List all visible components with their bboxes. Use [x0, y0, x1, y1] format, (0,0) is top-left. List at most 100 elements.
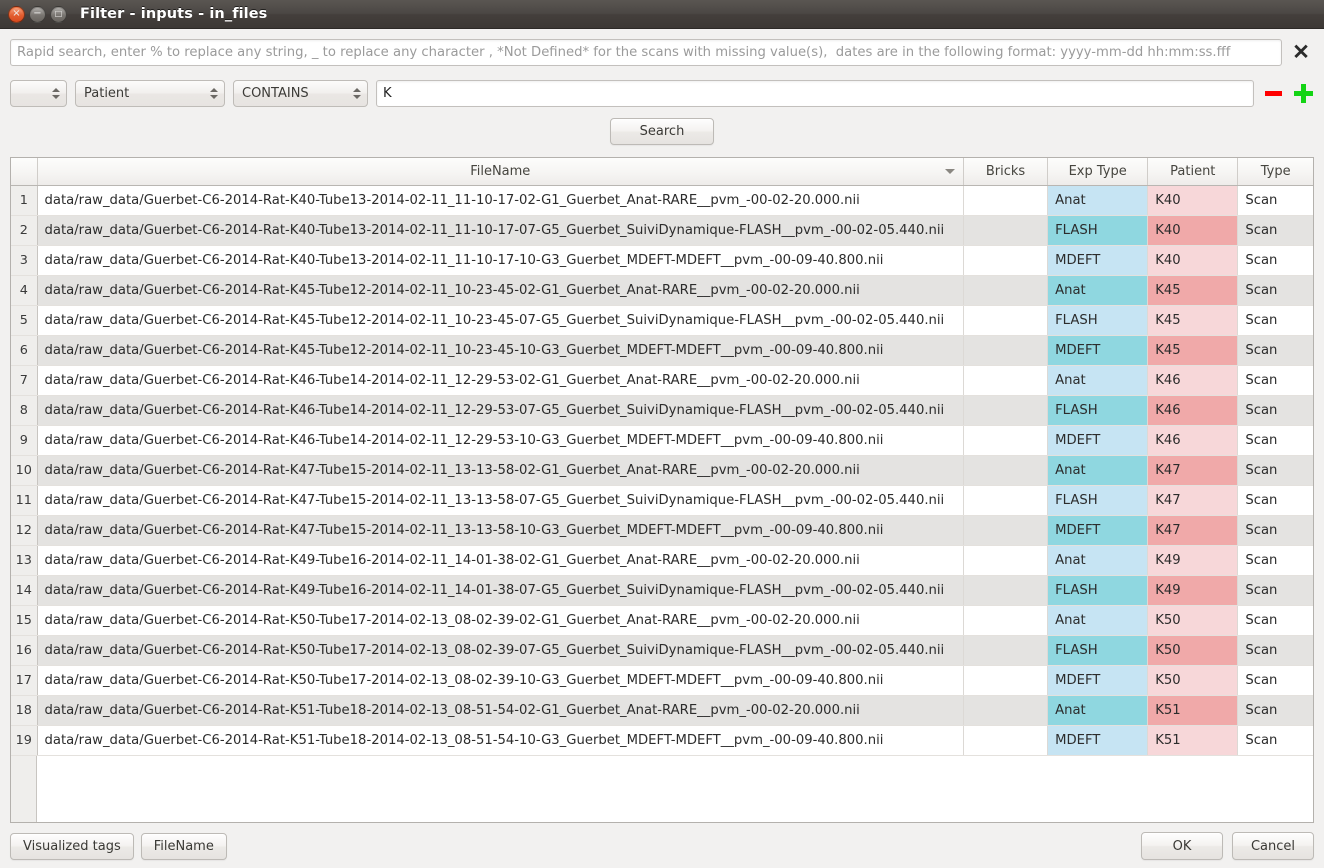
- cell-patient[interactable]: K40: [1147, 185, 1239, 216]
- cell-filename[interactable]: data/raw_data/Guerbet-C6-2014-Rat-K50-Tu…: [37, 605, 964, 636]
- table-row[interactable]: 9 data/raw_data/Guerbet-C6-2014-Rat-K46-T…: [11, 425, 1313, 456]
- column-header-bricks[interactable]: Bricks: [963, 158, 1049, 186]
- cell-filename[interactable]: data/raw_data/Guerbet-C6-2014-Rat-K46-Tu…: [37, 365, 964, 396]
- remove-filter-button[interactable]: [1262, 82, 1284, 106]
- cell-exp-type[interactable]: FLASH: [1047, 485, 1149, 516]
- cell-patient[interactable]: K46: [1147, 425, 1239, 456]
- cell-exp-type[interactable]: Anat: [1047, 605, 1149, 636]
- cell-type[interactable]: Scan: [1237, 425, 1313, 456]
- cell-patient[interactable]: K50: [1147, 635, 1239, 666]
- cell-type[interactable]: Scan: [1237, 545, 1313, 576]
- cell-type[interactable]: Scan: [1237, 185, 1313, 216]
- table-row[interactable]: 11 data/raw_data/Guerbet-C6-2014-Rat-K47-…: [11, 485, 1313, 516]
- cell-filename[interactable]: data/raw_data/Guerbet-C6-2014-Rat-K46-Tu…: [37, 425, 964, 456]
- table-row[interactable]: 6 data/raw_data/Guerbet-C6-2014-Rat-K45-T…: [11, 335, 1313, 366]
- cell-filename[interactable]: data/raw_data/Guerbet-C6-2014-Rat-K40-Tu…: [37, 245, 964, 276]
- cell-type[interactable]: Scan: [1237, 395, 1313, 426]
- cell-patient[interactable]: K46: [1147, 395, 1239, 426]
- cell-patient[interactable]: K49: [1147, 575, 1239, 606]
- cell-patient[interactable]: K45: [1147, 305, 1239, 336]
- cell-filename[interactable]: data/raw_data/Guerbet-C6-2014-Rat-K49-Tu…: [37, 575, 964, 606]
- table-row[interactable]: 5 data/raw_data/Guerbet-C6-2014-Rat-K45-T…: [11, 305, 1313, 336]
- cell-bricks[interactable]: [963, 515, 1049, 546]
- cell-filename[interactable]: data/raw_data/Guerbet-C6-2014-Rat-K45-Tu…: [37, 275, 964, 306]
- table-row[interactable]: 16 data/raw_data/Guerbet-C6-2014-Rat-K50-…: [11, 635, 1313, 666]
- cell-filename[interactable]: data/raw_data/Guerbet-C6-2014-Rat-K51-Tu…: [37, 725, 964, 756]
- ok-button[interactable]: OK: [1141, 832, 1223, 860]
- search-button[interactable]: Search: [610, 118, 714, 145]
- column-header-patient[interactable]: Patient: [1147, 158, 1239, 186]
- cell-type[interactable]: Scan: [1237, 365, 1313, 396]
- rapid-search-input[interactable]: [10, 38, 1282, 66]
- cell-bricks[interactable]: [963, 335, 1049, 366]
- cell-filename[interactable]: data/raw_data/Guerbet-C6-2014-Rat-K49-Tu…: [37, 545, 964, 576]
- cell-type[interactable]: Scan: [1237, 665, 1313, 696]
- close-window-button[interactable]: ×: [8, 5, 25, 23]
- cell-patient[interactable]: K50: [1147, 665, 1239, 696]
- cell-bricks[interactable]: [963, 275, 1049, 306]
- table-row[interactable]: 7 data/raw_data/Guerbet-C6-2014-Rat-K46-T…: [11, 365, 1313, 396]
- filter-link-operator-combo[interactable]: [10, 80, 67, 107]
- cell-bricks[interactable]: [963, 725, 1049, 756]
- cell-type[interactable]: Scan: [1237, 215, 1313, 246]
- cell-patient[interactable]: K47: [1147, 515, 1239, 546]
- cell-filename[interactable]: data/raw_data/Guerbet-C6-2014-Rat-K46-Tu…: [37, 395, 964, 426]
- cell-exp-type[interactable]: MDEFT: [1047, 425, 1149, 456]
- cell-filename[interactable]: data/raw_data/Guerbet-C6-2014-Rat-K50-Tu…: [37, 665, 964, 696]
- column-header-rownum[interactable]: [11, 158, 38, 186]
- cell-bricks[interactable]: [963, 605, 1049, 636]
- table-row[interactable]: 17 data/raw_data/Guerbet-C6-2014-Rat-K50-…: [11, 665, 1313, 696]
- add-filter-button[interactable]: [1292, 82, 1314, 106]
- cell-type[interactable]: Scan: [1237, 515, 1313, 546]
- cell-exp-type[interactable]: Anat: [1047, 455, 1149, 486]
- cell-exp-type[interactable]: FLASH: [1047, 575, 1149, 606]
- cell-patient[interactable]: K51: [1147, 725, 1239, 756]
- cell-exp-type[interactable]: Anat: [1047, 275, 1149, 306]
- visualized-tags-button[interactable]: Visualized tags: [10, 832, 134, 860]
- column-header-exp-type[interactable]: Exp Type: [1047, 158, 1149, 186]
- cell-filename[interactable]: data/raw_data/Guerbet-C6-2014-Rat-K47-Tu…: [37, 455, 964, 486]
- table-row[interactable]: 18 data/raw_data/Guerbet-C6-2014-Rat-K51-…: [11, 695, 1313, 726]
- cell-bricks[interactable]: [963, 455, 1049, 486]
- cell-patient[interactable]: K45: [1147, 275, 1239, 306]
- cell-bricks[interactable]: [963, 545, 1049, 576]
- cell-filename[interactable]: data/raw_data/Guerbet-C6-2014-Rat-K47-Tu…: [37, 485, 964, 516]
- cell-bricks[interactable]: [963, 365, 1049, 396]
- cell-type[interactable]: Scan: [1237, 335, 1313, 366]
- cell-filename[interactable]: data/raw_data/Guerbet-C6-2014-Rat-K40-Tu…: [37, 185, 964, 216]
- cancel-button[interactable]: Cancel: [1232, 832, 1314, 860]
- table-row[interactable]: 12 data/raw_data/Guerbet-C6-2014-Rat-K47-…: [11, 515, 1313, 546]
- cell-exp-type[interactable]: MDEFT: [1047, 245, 1149, 276]
- cell-patient[interactable]: K47: [1147, 485, 1239, 516]
- cell-exp-type[interactable]: FLASH: [1047, 635, 1149, 666]
- column-header-filename[interactable]: FileName: [37, 158, 964, 186]
- cell-bricks[interactable]: [963, 575, 1049, 606]
- cell-patient[interactable]: K49: [1147, 545, 1239, 576]
- cell-bricks[interactable]: [963, 485, 1049, 516]
- cell-bricks[interactable]: [963, 305, 1049, 336]
- filename-tag-button[interactable]: FileName: [140, 832, 227, 860]
- cell-exp-type[interactable]: MDEFT: [1047, 725, 1149, 756]
- cell-exp-type[interactable]: Anat: [1047, 695, 1149, 726]
- cell-filename[interactable]: data/raw_data/Guerbet-C6-2014-Rat-K51-Tu…: [37, 695, 964, 726]
- cell-patient[interactable]: K51: [1147, 695, 1239, 726]
- minimize-window-button[interactable]: −: [29, 5, 46, 23]
- cell-type[interactable]: Scan: [1237, 575, 1313, 606]
- filter-value-input[interactable]: [376, 80, 1254, 107]
- cell-exp-type[interactable]: Anat: [1047, 545, 1149, 576]
- cell-bricks[interactable]: [963, 395, 1049, 426]
- cell-type[interactable]: Scan: [1237, 725, 1313, 756]
- cell-patient[interactable]: K50: [1147, 605, 1239, 636]
- cell-exp-type[interactable]: MDEFT: [1047, 335, 1149, 366]
- cell-bricks[interactable]: [963, 215, 1049, 246]
- cell-patient[interactable]: K47: [1147, 455, 1239, 486]
- cell-filename[interactable]: data/raw_data/Guerbet-C6-2014-Rat-K50-Tu…: [37, 635, 964, 666]
- cell-type[interactable]: Scan: [1237, 605, 1313, 636]
- cell-type[interactable]: Scan: [1237, 455, 1313, 486]
- cell-exp-type[interactable]: FLASH: [1047, 395, 1149, 426]
- cell-bricks[interactable]: [963, 185, 1049, 216]
- cell-type[interactable]: Scan: [1237, 695, 1313, 726]
- cell-bricks[interactable]: [963, 695, 1049, 726]
- cell-filename[interactable]: data/raw_data/Guerbet-C6-2014-Rat-K40-Tu…: [37, 215, 964, 246]
- filter-operator-combo[interactable]: CONTAINS: [233, 80, 368, 107]
